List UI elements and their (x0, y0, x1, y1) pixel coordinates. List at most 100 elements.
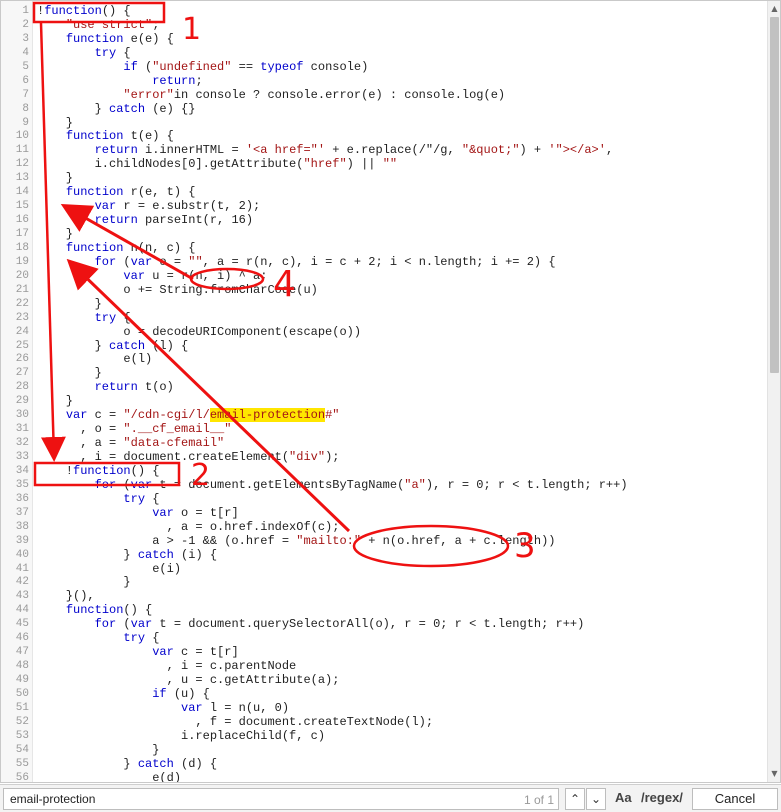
line-number: 5 (22, 60, 29, 73)
code-token: , a = r(n, c), i = c + 2; i < n.length; … (202, 254, 556, 269)
code-editor[interactable]: 1 !function() {2 "use strict"; 3 function … (0, 0, 781, 783)
code-line: 51 var l = n(u, 0) (1, 701, 769, 716)
line-number: 40 (15, 548, 29, 561)
code-line: 10 function t(e) { (1, 129, 769, 144)
line-number: 1 (22, 5, 29, 17)
code-text: } (33, 297, 102, 312)
code-text: } catch (e) {} (33, 101, 196, 117)
code-line: 11 return i.innerHTML = '<a href="' + e.… (1, 143, 769, 158)
scroll-down-icon[interactable]: ▼ (769, 768, 780, 780)
code-token: var (152, 505, 174, 520)
code-text: var c = t[r] (33, 645, 238, 660)
code-text: !function() { (33, 463, 160, 479)
scrollbar-thumb[interactable] (770, 17, 779, 373)
line-number: 14 (15, 186, 29, 199)
code-line: 27 } (1, 366, 769, 381)
code-line: 50 if (u) { (1, 687, 769, 702)
code-text: o = decodeURIComponent(escape(o)) (33, 325, 361, 340)
code-token: ( (137, 59, 153, 74)
code-line: 21 o += String.fromCharCode(u) (1, 282, 769, 298)
line-number: 8 (22, 102, 29, 115)
code-text: } catch (l) { (33, 338, 189, 354)
code-line: 29 } (1, 394, 769, 409)
code-token: "error" (123, 87, 174, 102)
find-input[interactable] (3, 788, 559, 810)
line-number: 23 (15, 311, 29, 324)
code-text: var r = e.substr(t, 2); (33, 199, 261, 214)
code-token: '<a href="' (245, 143, 326, 158)
line-number: 41 (15, 562, 29, 575)
code-line: 30 var c = "/cdn-cgi/l/email-protection#… (1, 408, 769, 423)
chevron-down-icon[interactable]: ⌄ (586, 788, 606, 810)
code-line: 28 return t(o) (1, 380, 769, 395)
code-line: 4 try { (1, 46, 769, 61)
code-token: var (130, 477, 153, 492)
code-text: function t(e) { (33, 129, 174, 144)
code-token: c = (87, 408, 124, 423)
line-number: 46 (15, 632, 29, 645)
code-text: try { (33, 46, 131, 61)
code-token: } (37, 575, 131, 590)
regex-toggle[interactable]: /regex/ (641, 790, 683, 805)
code-text: , f = document.createTextNode(l); (33, 715, 433, 730)
code-line: 8 } catch (e) {} (1, 101, 769, 117)
line-number: 26 (15, 353, 29, 366)
chevron-up-icon[interactable]: ⌃ (565, 788, 585, 810)
vertical-scrollbar[interactable]: ▲ ▼ (767, 1, 780, 782)
code-text: e(i) (33, 562, 181, 577)
line-number: 16 (15, 214, 29, 227)
code-text: function() { (33, 603, 152, 618)
line-number: 24 (15, 325, 29, 338)
line-number: 3 (22, 32, 29, 45)
code-text: if ("undefined" == typeof console) (33, 59, 368, 75)
code-line: 9 } (1, 116, 769, 131)
code-line: 16 return parseInt(r, 16) (1, 213, 769, 228)
match-count: 1 of 1 (524, 793, 555, 807)
line-number: 13 (15, 172, 29, 185)
code-line: 6 return; (1, 73, 769, 89)
code-text: } (33, 366, 102, 381)
code-text: } (33, 171, 73, 186)
code-text: } (33, 575, 131, 590)
code-token: '"></a>' (548, 143, 606, 158)
code-line: 19 for (var o = "", a = r(n, c), i = c +… (1, 254, 769, 270)
code-text: var u = r(n, i) ^ a; (33, 269, 267, 284)
code-token: for (94, 254, 117, 269)
code-token: in console ? console.error(e) : console.… (173, 87, 506, 102)
code-token: for (94, 477, 117, 492)
cancel-button[interactable]: Cancel (692, 788, 778, 810)
line-number: 29 (15, 395, 29, 408)
code-line: 32 , a = "data-cfemail" (1, 436, 769, 451)
code-token: (i) { (173, 547, 218, 562)
code-line: 47 var c = t[r] (1, 645, 769, 660)
code-token: function (73, 463, 131, 478)
code-token: t = document.getElementsByTagName( (152, 477, 405, 492)
line-number: 10 (15, 130, 29, 143)
code-token: catch (109, 338, 146, 353)
line-number: 31 (15, 423, 29, 436)
code-line: 3 function e(e) { (1, 32, 769, 47)
code-token: o += String.fromCharCode(u) (37, 282, 318, 297)
line-number: 21 (15, 283, 29, 296)
match-case-toggle[interactable]: Aa (615, 790, 632, 805)
code-text: return i.innerHTML = '<a href="' + e.rep… (33, 143, 614, 158)
code-lines: 1 !function() {2 "use strict"; 3 function … (1, 4, 769, 782)
code-token: return (152, 73, 196, 88)
code-token: } (37, 101, 110, 116)
code-token: try (94, 310, 117, 325)
code-token: , a = o.href.indexOf(c); (37, 519, 340, 534)
code-text: function e(e) { (33, 32, 174, 47)
code-text: try { (33, 310, 131, 326)
scroll-up-icon[interactable]: ▲ (769, 3, 780, 15)
